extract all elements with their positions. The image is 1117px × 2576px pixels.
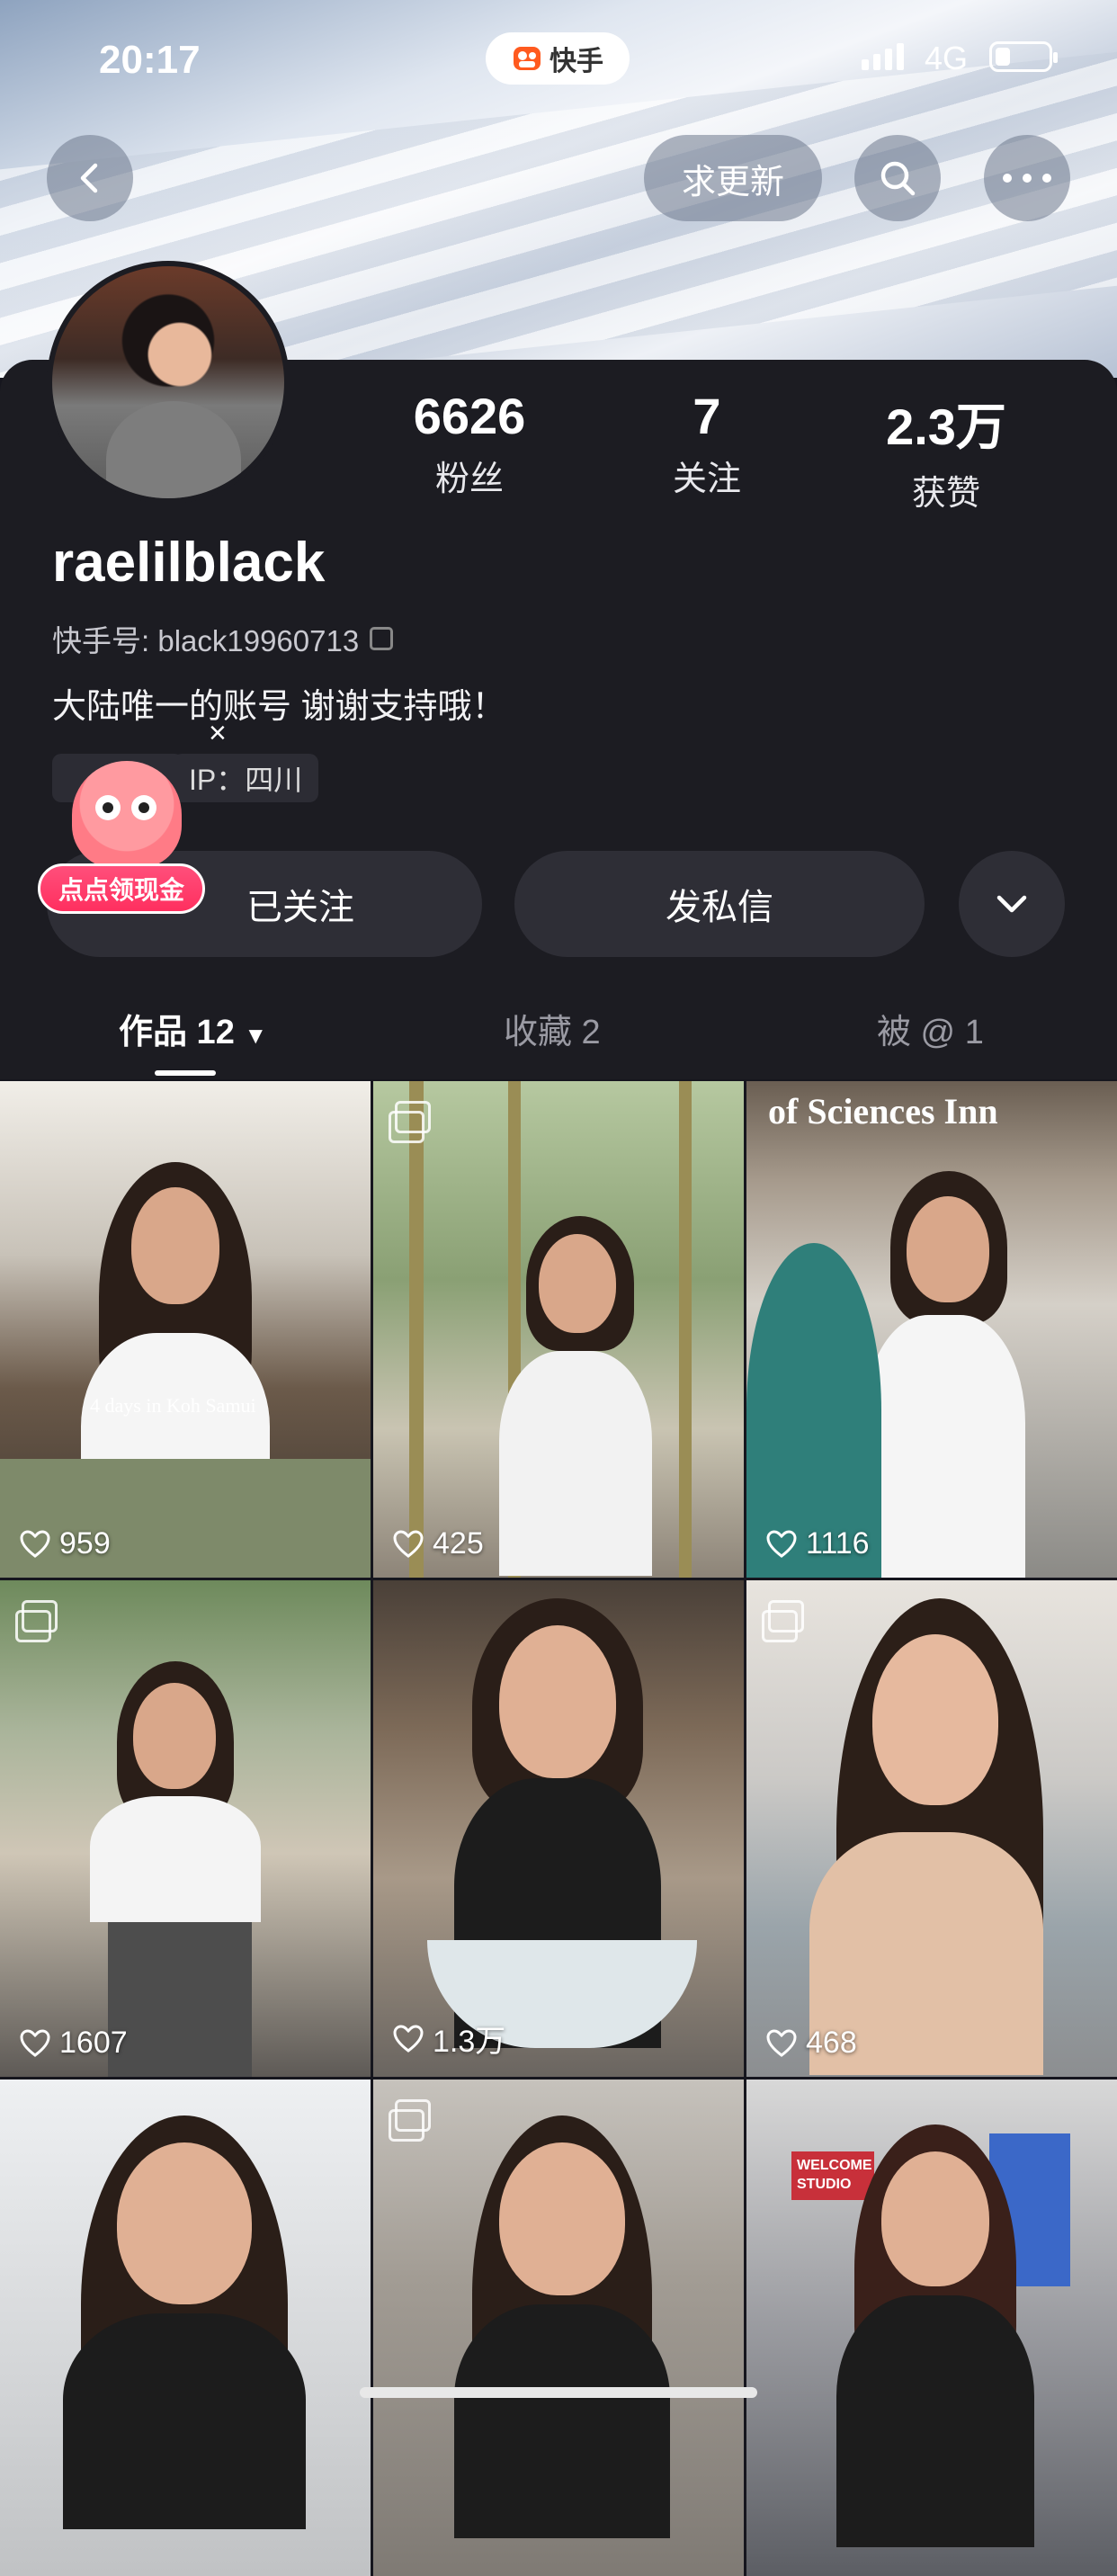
like-count-value: 468: [806, 2026, 857, 2060]
like-count: 1.3万: [393, 2017, 505, 2061]
video-thumbnail[interactable]: 468: [746, 1580, 1117, 2077]
more-dots-icon: [1003, 174, 1051, 183]
like-count: 959: [20, 1526, 111, 1561]
like-count-value: 959: [59, 1526, 111, 1561]
close-icon[interactable]: ×: [209, 716, 227, 751]
like-count: 425: [393, 1526, 484, 1561]
followers-stat[interactable]: 6626 粉丝: [380, 387, 559, 500]
copy-icon[interactable]: [370, 627, 394, 650]
video-thumbnail[interactable]: WELCOME STUDIO: [746, 2080, 1117, 2576]
tab-works[interactable]: 作品 12 ▼: [119, 1004, 267, 1053]
video-thumbnail[interactable]: 1607: [0, 1580, 371, 2077]
search-icon: [880, 161, 916, 196]
chevron-left-icon: [80, 163, 98, 193]
video-caption: 4 days in Koh Samui: [90, 1394, 256, 1417]
like-count-value: 1607: [59, 2026, 128, 2060]
home-indicator[interactable]: [360, 2387, 757, 2398]
like-count-value: 1.3万: [433, 2025, 506, 2059]
signal-icon: [862, 43, 904, 70]
following-stat[interactable]: 7 关注: [617, 387, 797, 500]
kuaishou-id-row[interactable]: 快手号: black19960713: [52, 617, 394, 660]
tab-works-label: 作品 12: [119, 1014, 235, 1051]
battery-icon: [989, 41, 1058, 72]
kuaishou-id: 快手号: black19960713: [52, 624, 360, 657]
album-icon: [15, 1600, 58, 1642]
heart-icon: [393, 2024, 424, 2053]
video-thumbnail[interactable]: 425: [373, 1081, 744, 1578]
username: raelilblack: [52, 532, 326, 594]
video-caption: of Sciences Inn: [768, 1091, 998, 1131]
status-bar: 20:17 快手 4G: [0, 32, 1117, 86]
heart-icon: [20, 2028, 50, 2057]
likes-label: 获赞: [911, 475, 980, 513]
followers-label: 粉丝: [434, 461, 504, 498]
like-count: 1116: [766, 1526, 870, 1561]
avatar[interactable]: [47, 261, 290, 504]
album-icon: [762, 1600, 804, 1642]
back-button[interactable]: [47, 135, 133, 221]
caret-down-icon: ▼: [244, 1022, 268, 1049]
kuaishou-logo-icon: [514, 47, 541, 70]
video-thumbnail[interactable]: [0, 2080, 371, 2576]
followers-count: 6626: [413, 388, 526, 444]
followed-label: 已关注: [246, 888, 354, 927]
video-thumbnail[interactable]: of Sciences Inn 1116: [746, 1081, 1117, 1578]
video-caption: WELCOME STUDIO: [791, 2151, 874, 2200]
heart-icon: [766, 2028, 797, 2057]
heart-icon: [393, 1529, 424, 1558]
heart-icon: [766, 1529, 797, 1558]
like-count: 468: [766, 2026, 857, 2061]
search-button[interactable]: [854, 135, 941, 221]
bio-text: 大陆唯一的账号 谢谢支持哦！: [52, 688, 506, 726]
likes-count: 2.3万: [886, 398, 1006, 455]
cash-reward-label: 点点领现金: [38, 863, 205, 914]
app-name: 快手: [550, 47, 603, 76]
video-thumbnail[interactable]: 4 days in Koh Samui 959: [0, 1081, 371, 1578]
video-thumbnail[interactable]: [373, 2080, 744, 2576]
octopus-mascot-icon: [72, 761, 182, 869]
status-time: 20:17: [99, 38, 201, 82]
heart-icon: [20, 1529, 50, 1558]
send-message-button[interactable]: 发私信: [514, 851, 925, 957]
album-icon: [389, 1101, 431, 1143]
video-thumbnail[interactable]: 1.3万: [373, 1580, 744, 2077]
like-count-value: 1116: [806, 1526, 870, 1561]
like-count: 1607: [20, 2026, 128, 2061]
following-label: 关注: [672, 461, 741, 498]
more-button[interactable]: [984, 135, 1070, 221]
kuaishou-app-badge: 快手: [486, 32, 630, 85]
tab-mentioned[interactable]: 被 @ 1: [877, 1004, 984, 1053]
chevron-down-icon: [996, 895, 1027, 913]
album-icon: [389, 2099, 431, 2142]
like-count-value: 425: [433, 1526, 484, 1561]
following-count: 7: [693, 388, 721, 444]
likes-stat[interactable]: 2.3万 获赞: [856, 387, 1036, 514]
expand-recommendations-button[interactable]: [959, 851, 1065, 957]
content-tabs: 作品 12 ▼ 收藏 2 被 @ 1: [0, 989, 1117, 1079]
cash-reward-widget[interactable]: 点点领现金: [38, 761, 209, 932]
request-update-button[interactable]: 求更新: [644, 135, 822, 221]
network-type: 4G: [925, 40, 969, 76]
tab-favorites[interactable]: 收藏 2: [504, 1004, 601, 1053]
active-tab-indicator: [155, 1070, 216, 1076]
